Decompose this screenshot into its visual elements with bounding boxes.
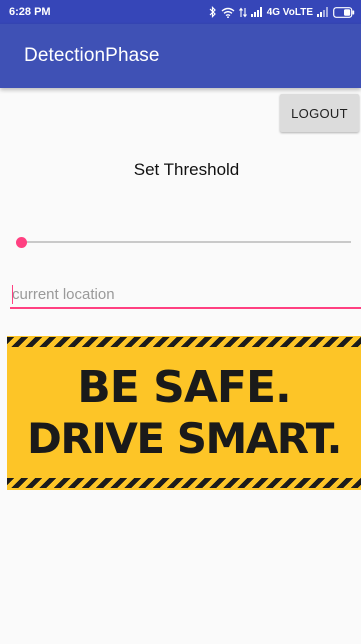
wifi-icon — [221, 7, 235, 18]
text-cursor — [12, 285, 13, 304]
battery-icon — [333, 6, 355, 18]
slider-thumb[interactable] — [16, 237, 27, 248]
network-type: 4G VoLTE — [266, 6, 313, 18]
signal-icon — [250, 7, 263, 17]
data-arrows-icon — [238, 7, 247, 18]
bluetooth-icon — [209, 6, 217, 18]
hazard-stripe-bottom — [7, 478, 361, 488]
app-bar: DetectionPhase — [0, 24, 361, 88]
screen: 6:28 PM 4G VoLTE DetectionPhase LOGOUT S… — [0, 0, 361, 644]
status-time: 6:28 PM — [9, 6, 51, 18]
app-title: DetectionPhase — [24, 45, 160, 66]
location-input[interactable] — [10, 281, 361, 309]
threshold-slider[interactable] — [16, 234, 351, 250]
status-bar: 6:28 PM 4G VoLTE — [0, 0, 361, 24]
logout-button[interactable]: LOGOUT — [280, 94, 359, 132]
signal-icon-2 — [317, 7, 329, 17]
banner-line-1: BE SAFE. — [77, 362, 291, 413]
hazard-stripe-top — [7, 337, 361, 347]
status-icons: 4G VoLTE — [209, 6, 355, 18]
banner-line-2: DRIVE SMART. — [27, 414, 342, 463]
safety-banner: BE SAFE. DRIVE SMART. — [7, 336, 361, 490]
slider-track[interactable] — [20, 241, 351, 243]
threshold-label: Set Threshold — [133, 160, 240, 179]
